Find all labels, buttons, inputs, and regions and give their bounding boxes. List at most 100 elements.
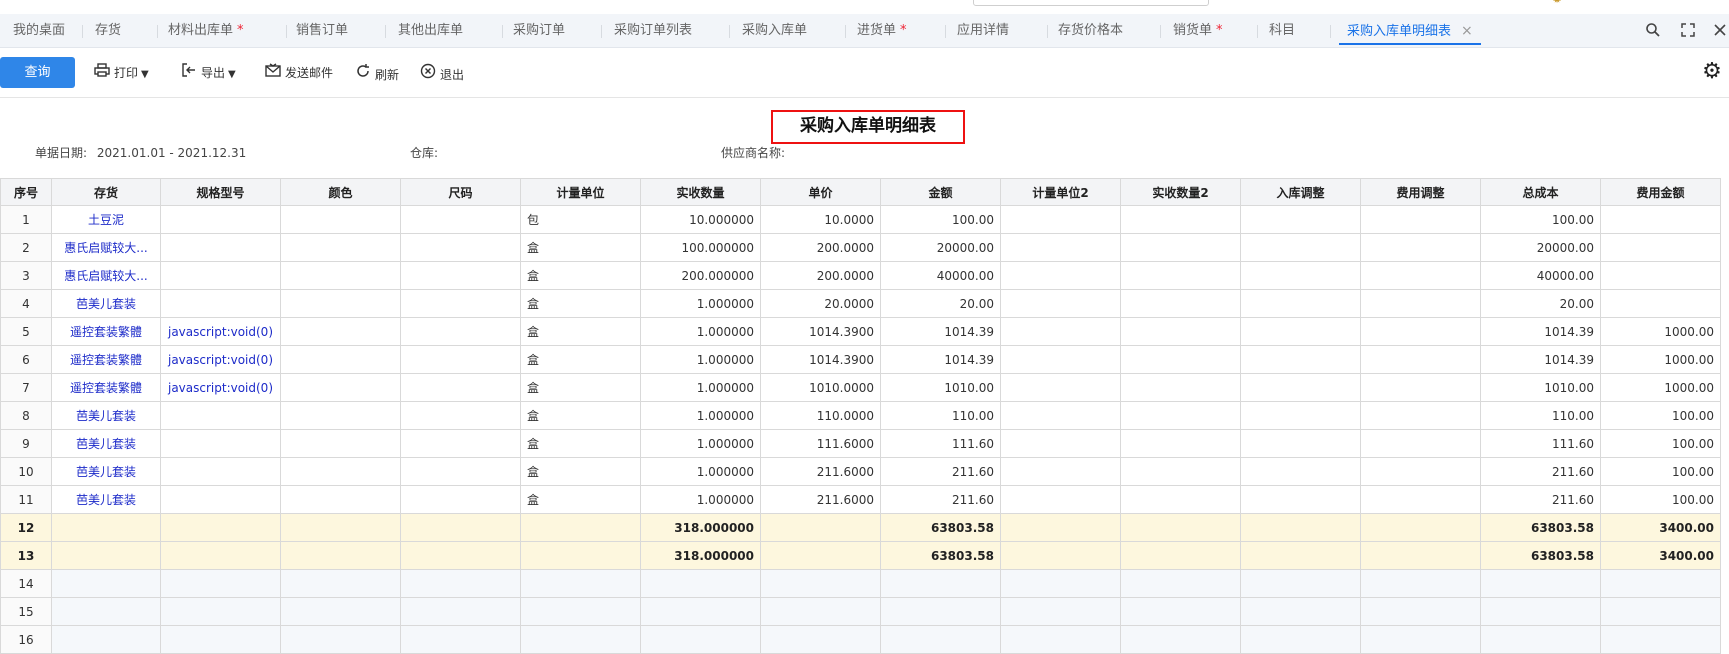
cell-item[interactable]: 惠氏启赋较大...: [51, 261, 161, 290]
gear-icon[interactable]: ⚙: [1700, 60, 1724, 84]
tab-9[interactable]: 进货单 *: [857, 14, 907, 48]
cell-adj-fee: [1360, 345, 1481, 374]
cell-price: 1014.3900: [760, 345, 881, 374]
empty-row[interactable]: 15: [0, 597, 1721, 626]
tab-2[interactable]: 存货: [95, 14, 121, 48]
table-row[interactable]: 3 惠氏启赋较大... 盒 200.000000 200.0000 40000.00 400…: [0, 261, 1721, 290]
cell-spec[interactable]: [160, 401, 281, 430]
send-mail-button[interactable]: 发送邮件: [265, 63, 333, 83]
cell-amount: 100.00: [880, 205, 1001, 234]
column-header[interactable]: 金额: [880, 178, 1001, 206]
exit-icon: [420, 63, 436, 85]
tab-1[interactable]: 我的桌面: [13, 14, 65, 48]
cell-spec[interactable]: javascript:void(0): [160, 345, 281, 374]
cell-unit: 盒: [520, 345, 641, 374]
cell-item[interactable]: 土豆泥: [51, 205, 161, 234]
cell-spec[interactable]: [160, 457, 281, 486]
tab-11[interactable]: 存货价格本: [1058, 14, 1123, 48]
table-row[interactable]: 1 土豆泥包 10.000000 10.0000 100.00 100.00: [0, 205, 1721, 234]
fullscreen-icon[interactable]: [1679, 22, 1697, 40]
search-icon[interactable]: [1644, 22, 1662, 40]
cell-item[interactable]: 芭美儿套装: [51, 401, 161, 430]
tab-3[interactable]: 材料出库单 *: [168, 14, 244, 48]
empty-cell: [520, 625, 641, 654]
cell-unit2: [1000, 401, 1121, 430]
column-header[interactable]: 单价: [760, 178, 881, 206]
cell-amount: 20.00: [880, 289, 1001, 318]
tab-separator: [845, 25, 846, 38]
table-row[interactable]: 4 芭美儿套装盒 1.000000 20.0000 20.00 20.00: [0, 289, 1721, 318]
column-header[interactable]: 颜色: [280, 178, 401, 206]
column-header[interactable]: 计量单位: [520, 178, 641, 206]
table-row[interactable]: 5 遥控套装繁體 javascript:void(0) 盒 1.000000 1014.3…: [0, 317, 1721, 346]
query-button[interactable]: 查询: [0, 57, 75, 88]
table-row[interactable]: 6 遥控套装繁體 javascript:void(0) 盒 1.000000 1014.3…: [0, 345, 1721, 374]
tab-6[interactable]: 采购订单: [513, 14, 565, 48]
cell-spec[interactable]: [160, 429, 281, 458]
tab-8[interactable]: 采购入库单: [742, 14, 807, 48]
column-header[interactable]: 入库调整: [1240, 178, 1361, 206]
empty-row[interactable]: 16: [0, 625, 1721, 654]
table-row[interactable]: 11 芭美儿套装盒 1.000000 211.6000 211.60 211.60 100.…: [0, 485, 1721, 514]
close-all-icon[interactable]: [1711, 22, 1729, 40]
table-row[interactable]: 9 芭美儿套装盒 1.000000 111.6000 111.60 111.60 100.0…: [0, 429, 1721, 458]
total-cell-color: [280, 541, 401, 570]
column-header[interactable]: 总成本: [1480, 178, 1601, 206]
cell-item[interactable]: 遥控套装繁體: [51, 345, 161, 374]
column-header[interactable]: 费用金额: [1600, 178, 1721, 206]
cell-item[interactable]: 芭美儿套装: [51, 457, 161, 486]
column-header[interactable]: 规格型号: [160, 178, 281, 206]
column-header[interactable]: 序号: [0, 178, 52, 206]
cell-spec[interactable]: [160, 485, 281, 514]
cell-color: [280, 289, 401, 318]
cell-spec[interactable]: [160, 289, 281, 318]
column-header[interactable]: 实收数量2: [1120, 178, 1241, 206]
cell-item[interactable]: 惠氏启赋较大...: [51, 233, 161, 262]
column-header[interactable]: 存货: [51, 178, 161, 206]
notification-icon[interactable]: ✹: [1552, 0, 1566, 5]
tab-5[interactable]: 其他出库单: [398, 14, 463, 48]
tab-13[interactable]: 科目: [1269, 14, 1295, 48]
cell-adj-fee: [1360, 261, 1481, 290]
cell-item[interactable]: 芭美儿套装: [51, 429, 161, 458]
tab-14[interactable]: 采购入库单明细表 ×: [1339, 14, 1481, 48]
cell-unit2: [1000, 233, 1121, 262]
table-row[interactable]: 7 遥控套装繁體 javascript:void(0) 盒 1.000000 1010.0…: [0, 373, 1721, 402]
cell-item[interactable]: 芭美儿套装: [51, 485, 161, 514]
total-cell-adj-fee: [1360, 541, 1481, 570]
tab-7[interactable]: 采购订单列表: [614, 14, 692, 48]
tab-4[interactable]: 销售订单: [296, 14, 348, 48]
exit-button[interactable]: 退出: [420, 63, 464, 83]
column-header[interactable]: 尺码: [400, 178, 521, 206]
cell-no: 7: [0, 373, 52, 402]
column-header[interactable]: 实收数量: [640, 178, 761, 206]
cell-spec[interactable]: [160, 233, 281, 262]
header-row: 序号 存货 规格型号 颜色 尺码 计量单位 实收数量 单价 金额 计量单位2 实收数量2 入库调整 费用…: [0, 178, 1721, 206]
print-button[interactable]: 打印 ▼: [94, 63, 149, 83]
cell-spec[interactable]: javascript:void(0): [160, 317, 281, 346]
cell-spec[interactable]: [160, 205, 281, 234]
cell-spec[interactable]: javascript:void(0): [160, 373, 281, 402]
column-header[interactable]: 费用调整: [1360, 178, 1481, 206]
table-row[interactable]: 2 惠氏启赋较大... 盒 100.000000 200.0000 20000.00 200…: [0, 233, 1721, 262]
search-box-partial[interactable]: [973, 0, 1209, 6]
cell-color: [280, 485, 401, 514]
cell-spec[interactable]: [160, 261, 281, 290]
cell-item[interactable]: 芭美儿套装: [51, 289, 161, 318]
cell-item[interactable]: 遥控套装繁體: [51, 317, 161, 346]
export-button[interactable]: 导出 ▼: [181, 63, 236, 83]
cell-item[interactable]: 遥控套装繁體: [51, 373, 161, 402]
empty-cell: [520, 569, 641, 598]
table-row[interactable]: 8 芭美儿套装盒 1.000000 110.0000 110.00 110.00 100.0…: [0, 401, 1721, 430]
column-header[interactable]: 计量单位2: [1000, 178, 1121, 206]
cell-total-cost: 211.60: [1480, 485, 1601, 514]
table-row[interactable]: 10 芭美儿套装盒 1.000000 211.6000 211.60 211.60 100.…: [0, 457, 1721, 486]
cell-unit2: [1000, 261, 1121, 290]
tab-label: 存货价格本: [1058, 23, 1124, 38]
tab-12[interactable]: 销货单 *: [1173, 14, 1223, 48]
refresh-button[interactable]: 刷新: [355, 63, 399, 83]
total-cell-total-cost: 63803.58: [1480, 541, 1601, 570]
close-icon[interactable]: ×: [1461, 23, 1473, 39]
tab-10[interactable]: 应用详情: [957, 14, 1009, 48]
empty-row[interactable]: 14: [0, 569, 1721, 598]
